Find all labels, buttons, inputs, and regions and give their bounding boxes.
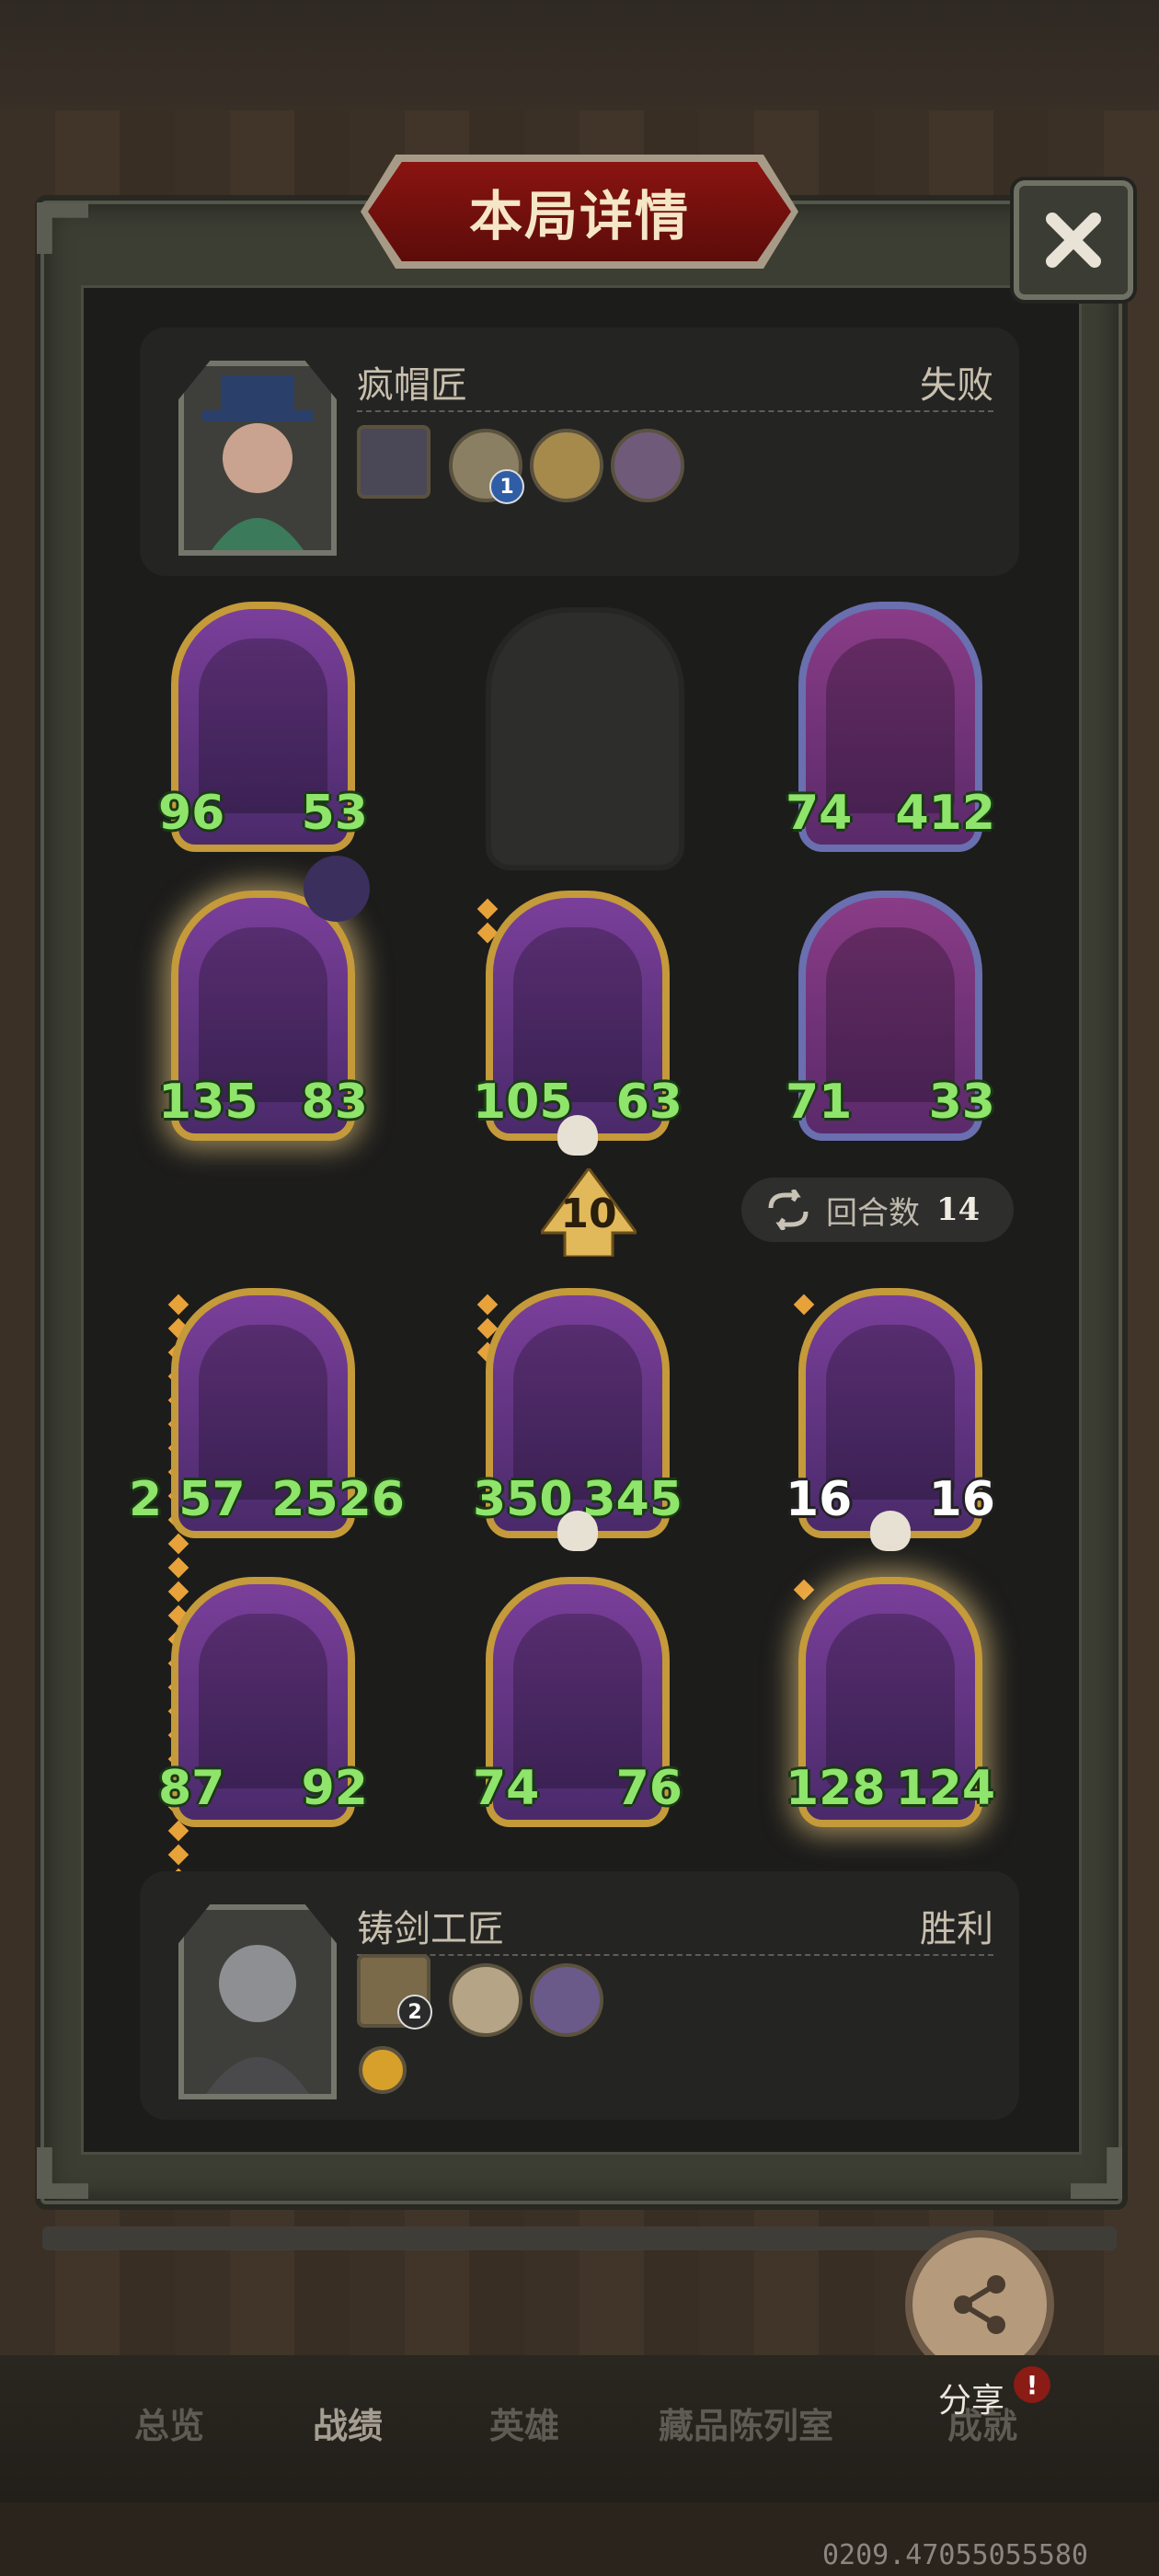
debug-coordinates: 0209.47055055580 [822, 2539, 1088, 2571]
round-value: 14 [936, 1191, 981, 1228]
minion-card[interactable]: 87 92 [158, 1577, 368, 1827]
health-value: 53 [301, 786, 368, 841]
relic-count-badge: 1 [489, 469, 524, 504]
minion-card[interactable]: 74 412 [786, 602, 995, 852]
attack-value: 16 [786, 1472, 853, 1527]
skull-icon [557, 1511, 598, 1551]
round-label: 回合数 [826, 1194, 920, 1232]
minion-card[interactable]: 74 76 [473, 1577, 683, 1827]
relic-icon[interactable] [449, 1963, 522, 2037]
attack-value: 2 57 [129, 1472, 246, 1527]
close-button[interactable] [1014, 180, 1133, 300]
health-value: 92 [301, 1761, 368, 1816]
attack-value: 135 [158, 1075, 258, 1130]
nav-overview[interactable]: 总览 [134, 2398, 204, 2448]
attack-value: 128 [786, 1761, 886, 1816]
health-value: 2526 [271, 1472, 405, 1527]
page-title: 本局详情 [468, 185, 690, 247]
opponent-avatar [178, 361, 337, 556]
opponent-summary: 疯帽匠 失败 1 [140, 328, 1019, 576]
attack-value: 87 [158, 1761, 225, 1816]
attack-value: 74 [473, 1761, 540, 1816]
share-label: 分享 [938, 2382, 1005, 2420]
opponent-name: 疯帽匠 [357, 364, 467, 407]
close-icon [1046, 213, 1101, 268]
relic-icon[interactable]: 1 [449, 429, 524, 504]
blacksmith-portrait-icon [206, 1945, 309, 2094]
minion-card[interactable]: 105 63 [473, 891, 683, 1141]
relic-icon[interactable] [530, 1963, 603, 2037]
nav-heroes[interactable]: 英雄 [489, 2398, 559, 2448]
minion-card[interactable]: 16 16 [786, 1288, 995, 1538]
alert-badge: ! [1014, 2366, 1050, 2403]
attack-value: 71 [786, 1075, 853, 1130]
repeat-icon [768, 1190, 809, 1230]
health-value: 76 [615, 1761, 683, 1816]
attack-value: 96 [158, 786, 225, 841]
minion-card[interactable]: 128 124 [786, 1577, 995, 1827]
damage-marker: 10 [538, 1166, 639, 1259]
mad-hatter-portrait-icon [202, 375, 313, 550]
attack-value: 105 [473, 1075, 573, 1130]
damage-value: 10 [560, 1190, 617, 1237]
share-icon [954, 2275, 1005, 2334]
minion-card[interactable]: 2 57 2526 [129, 1288, 405, 1538]
skull-icon [870, 1511, 911, 1551]
divider [357, 1954, 993, 1956]
hero-power-icon[interactable] [357, 425, 430, 499]
minion-card[interactable]: 135 83 [158, 891, 368, 1141]
attack-value: 350 [473, 1472, 573, 1527]
health-value: 412 [895, 786, 995, 841]
health-value: 83 [301, 1075, 368, 1130]
nav-records[interactable]: 战绩 [313, 2398, 383, 2448]
player-result: 胜利 [920, 1908, 993, 1950]
coin-icon[interactable] [359, 2046, 407, 2094]
gift-box-icon[interactable] [611, 429, 684, 502]
empty-card-slot [486, 607, 684, 870]
round-counter: 回合数 14 [741, 1178, 1014, 1242]
relic-icon[interactable] [530, 429, 603, 502]
minion-card[interactable]: 96 53 [158, 602, 368, 852]
health-value: 16 [928, 1472, 995, 1527]
health-value: 345 [582, 1472, 683, 1527]
minion-card[interactable]: 71 33 [786, 891, 995, 1141]
top-hat-icon [304, 856, 370, 922]
skull-icon [557, 1115, 598, 1156]
health-value: 124 [895, 1761, 995, 1816]
attack-value: 74 [786, 786, 853, 841]
health-value: 63 [615, 1075, 683, 1130]
player-name: 铸剑工匠 [357, 1908, 504, 1950]
health-value: 33 [928, 1075, 995, 1130]
divider [357, 410, 993, 412]
player-summary: 铸剑工匠 胜利 2 [140, 1871, 1019, 2120]
minion-card[interactable]: 350 345 [473, 1288, 683, 1538]
power-count-badge: 2 [397, 1995, 432, 2030]
title-plate: 本局详情 [361, 155, 798, 269]
opponent-result: 失败 [920, 364, 993, 407]
hero-power-icon[interactable]: 2 [357, 1954, 432, 2030]
nav-collection[interactable]: 藏品陈列室 [659, 2398, 833, 2448]
player-avatar [178, 1904, 337, 2099]
